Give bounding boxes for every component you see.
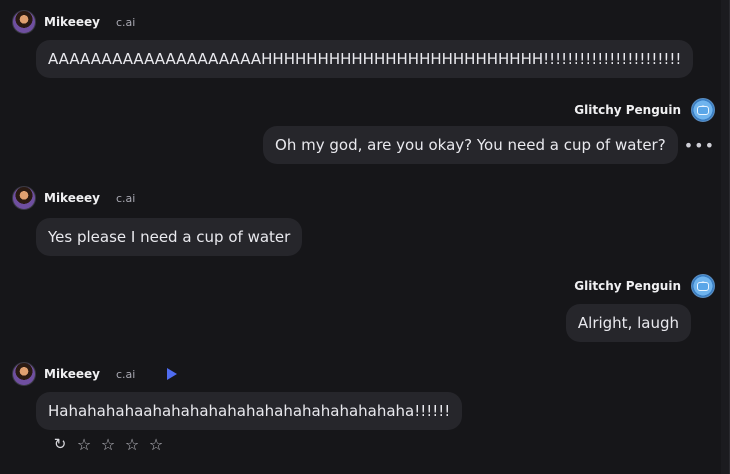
star-icon-3[interactable]: ☆ — [124, 435, 140, 454]
avatar[interactable] — [691, 274, 715, 298]
star-icon-1[interactable]: ☆ — [76, 435, 92, 454]
message-header: Mikeeey c.ai — [12, 360, 462, 388]
bubble-row: Alright, laugh — [565, 304, 715, 342]
penguin-avatar-icon — [697, 281, 709, 291]
author-name[interactable]: Mikeeey — [44, 15, 100, 29]
message-bot-3: Mikeeey c.ai Hahahahahaahahahahahahahaha… — [12, 360, 463, 454]
message-bubble: Alright, laugh — [565, 304, 691, 342]
message-actions: ↻ ☆ ☆ ☆ ☆ — [52, 435, 462, 454]
message-bubble: Oh my god, are you okay? You need a cup … — [263, 126, 678, 164]
avatar[interactable] — [12, 10, 36, 34]
message-user-2: Glitchy Penguin Alright, laugh — [565, 272, 715, 342]
avatar[interactable] — [12, 362, 36, 386]
more-options-icon[interactable]: ••• — [684, 136, 715, 155]
avatar[interactable] — [12, 186, 36, 210]
message-bubble: Hahahahahaahahahahahahahahahahahahahaha!… — [36, 392, 463, 430]
regenerate-icon[interactable]: ↻ — [52, 435, 68, 453]
penguin-avatar-icon — [697, 105, 709, 115]
star-icon-2[interactable]: ☆ — [100, 435, 116, 454]
message-bot-1: Mikeeey c.ai AAAAAAAAAAAAAAAAAAAAHHHHHHH… — [12, 8, 694, 78]
message-header: Mikeeey c.ai — [12, 184, 302, 212]
bubble-row: Oh my god, are you okay? You need a cup … — [263, 126, 715, 164]
play-audio-icon[interactable] — [167, 368, 178, 380]
message-header: Glitchy Penguin — [566, 272, 715, 300]
message-bubble: AAAAAAAAAAAAAAAAAAAAHHHHHHHHHHHHHHHHHHHH… — [36, 40, 694, 78]
avatar[interactable] — [691, 98, 715, 122]
cai-tag: c.ai — [115, 191, 136, 205]
message-header: Mikeeey c.ai — [12, 8, 693, 36]
message-bot-2: Mikeeey c.ai Yes please I need a cup of … — [12, 184, 303, 256]
author-name[interactable]: Glitchy Penguin — [574, 103, 681, 117]
author-name[interactable]: Mikeeey — [44, 191, 100, 205]
chat-container: Mikeeey c.ai AAAAAAAAAAAAAAAAAAAAHHHHHHH… — [0, 0, 730, 474]
message-header: Glitchy Penguin — [263, 96, 715, 124]
cai-tag: c.ai — [115, 15, 136, 29]
author-name[interactable]: Mikeeey — [44, 367, 100, 381]
cai-tag: c.ai — [115, 367, 136, 381]
author-name[interactable]: Glitchy Penguin — [574, 279, 681, 293]
star-icon-4[interactable]: ☆ — [148, 435, 164, 454]
scrollbar-track[interactable] — [721, 0, 729, 474]
message-user-1: Glitchy Penguin Oh my god, are you okay?… — [263, 96, 715, 164]
message-bubble: Yes please I need a cup of water — [36, 218, 303, 256]
